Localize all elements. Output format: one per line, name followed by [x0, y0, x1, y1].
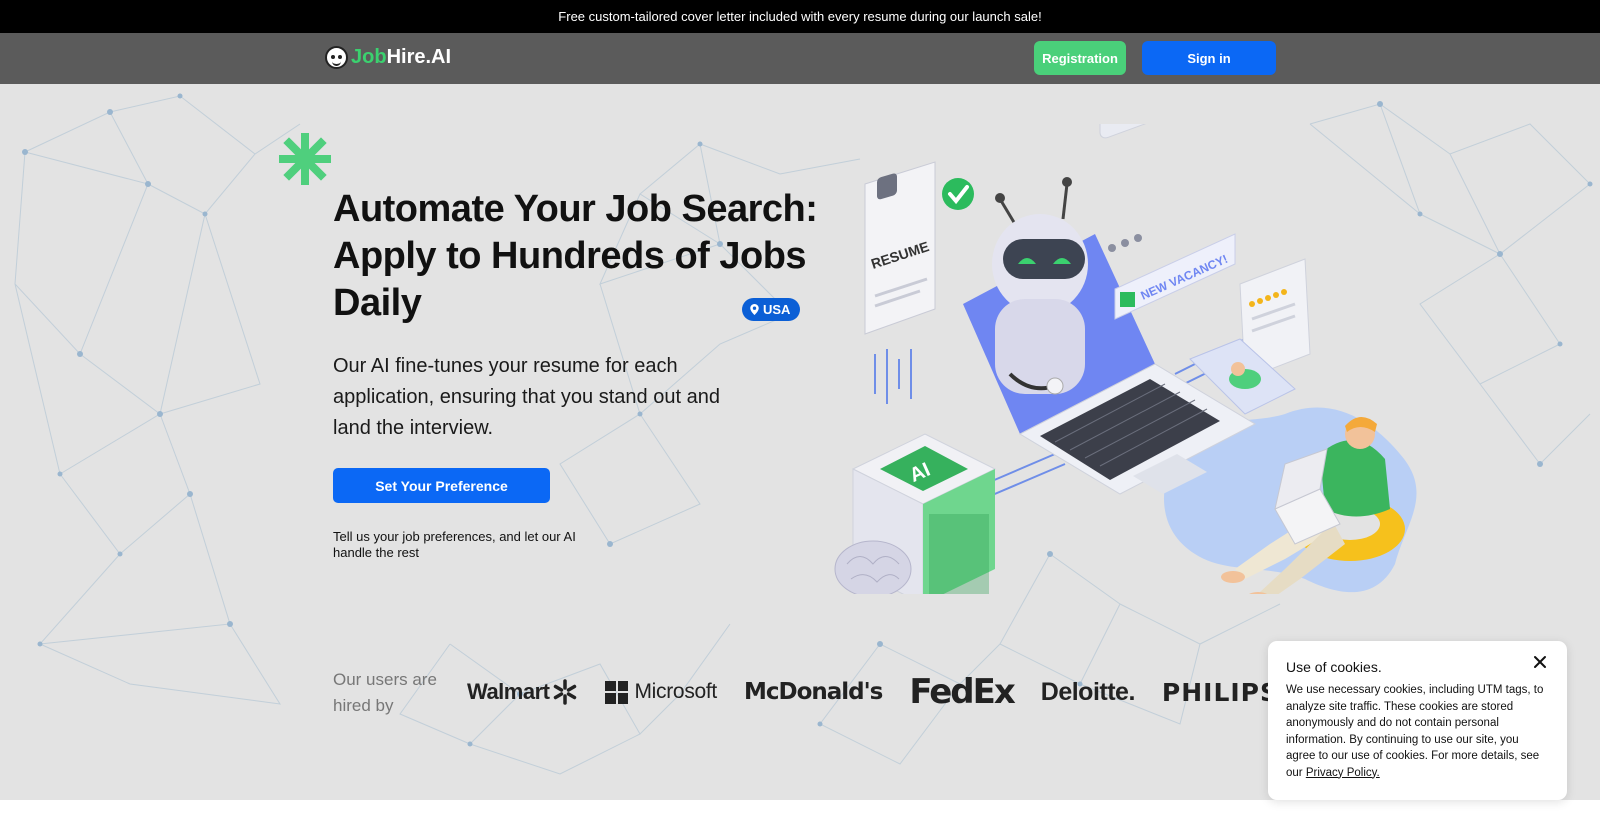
logo[interactable]: Job Hire.AI: [325, 46, 451, 69]
mcdonalds-logo: McDonald's: [743, 679, 883, 705]
location-badge-label: USA: [763, 302, 791, 317]
sign-in-button[interactable]: Sign in: [1142, 41, 1276, 75]
site-header: Job Hire.AI Registration Sign in: [0, 33, 1600, 84]
promo-banner-text: Free custom-tailored cover letter includ…: [558, 9, 1042, 24]
promo-banner: Free custom-tailored cover letter includ…: [0, 0, 1600, 33]
hero-subtext: Our AI fine-tunes your resume for each a…: [333, 355, 720, 439]
cookie-body: We use necessary cookies, including UTM …: [1286, 684, 1544, 779]
cookie-text: We use necessary cookies, including UTM …: [1286, 682, 1549, 781]
hero-illustration: RESUME AI NEW VACANCY!: [834, 124, 1417, 594]
brand-logos: Walmart Microsoft McDonald's FedEx Deloi…: [467, 672, 1306, 712]
robot: [992, 177, 1088, 395]
asterisk-decoration-icon: [279, 133, 331, 185]
privacy-policy-link[interactable]: Privacy Policy.: [1306, 767, 1380, 779]
set-preference-button[interactable]: Set Your Preference: [333, 468, 550, 503]
walmart-spark-icon: [554, 679, 577, 705]
microsoft-logo: Microsoft: [605, 680, 717, 704]
microsoft-grid-icon: [605, 680, 629, 704]
philips-logo: PHILIPS: [1161, 677, 1279, 707]
logo-face-icon: [325, 46, 348, 69]
deloitte-logo: Deloitte.: [1040, 677, 1136, 706]
logo-text-job: Job: [351, 46, 387, 68]
cookie-banner: Use of cookies. We use necessary cookies…: [1268, 641, 1567, 800]
resume-card: RESUME: [864, 161, 936, 335]
logo-text-hire: Hire.AI: [386, 46, 452, 68]
registration-button[interactable]: Registration: [1034, 41, 1126, 75]
location-badge: USA: [742, 298, 801, 321]
hired-by-label: Our users are hired by: [333, 670, 437, 715]
fedex-logo: FedEx: [909, 672, 1015, 712]
location-pin-icon: [750, 304, 759, 315]
close-icon[interactable]: [1533, 655, 1547, 669]
walmart-logo: Walmart: [467, 679, 578, 705]
cookie-title: Use of cookies.: [1286, 659, 1382, 675]
cta-note: Tell us your job preferences, and let ou…: [333, 529, 576, 560]
